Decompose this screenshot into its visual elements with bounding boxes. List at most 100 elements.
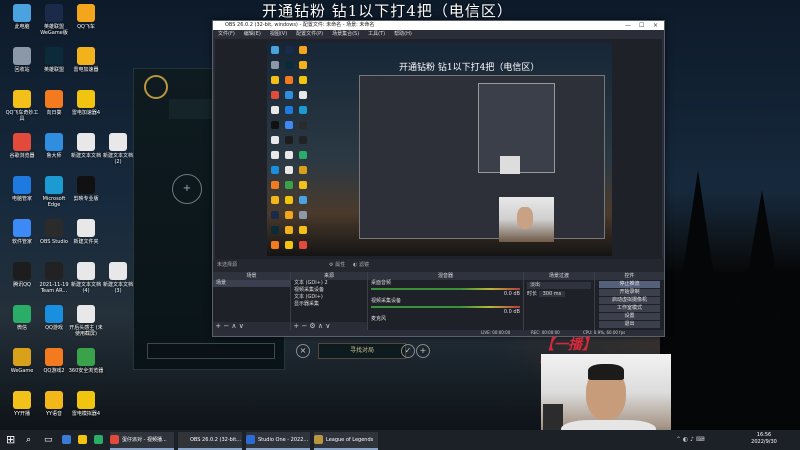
transitions-dock: 场景过渡 淡出 时长 300 ms bbox=[524, 272, 595, 330]
menu-item[interactable]: 视图(V) bbox=[270, 31, 287, 37]
desktop-icon-label: YY开播 bbox=[13, 411, 31, 417]
league-chat-input[interactable] bbox=[147, 343, 275, 359]
obs-preview[interactable]: 开通钻粉 钻1以下打4把（电信区） bbox=[215, 39, 662, 259]
desktop-icon[interactable]: 雷电加速器4 bbox=[68, 90, 104, 116]
preview-desktop-icon bbox=[299, 61, 307, 69]
desktop-icon-label: 新建文本文档 bbox=[70, 153, 101, 159]
search-icon[interactable]: ⌕ bbox=[26, 432, 31, 448]
desktop-icon[interactable]: 英雄联盟 WeGame版 bbox=[36, 4, 72, 36]
taskbar-app[interactable] bbox=[94, 432, 106, 448]
desktop-icon[interactable]: 英雄联盟 bbox=[36, 47, 72, 73]
clock-time: 16:56 bbox=[756, 432, 772, 438]
filters-button[interactable]: ◐ 滤镜 bbox=[353, 259, 369, 272]
taskbar-app[interactable]: OBS 26.0.2 (32-bit... bbox=[178, 432, 242, 450]
desktop-icon[interactable]: 软件管家 bbox=[4, 219, 40, 245]
confirm-icon[interactable]: ✓ bbox=[401, 344, 415, 358]
preview-desktop-icon bbox=[285, 61, 293, 69]
desktop-icon[interactable]: OBS Studio bbox=[36, 219, 72, 245]
desktop-icon[interactable]: YY开播 bbox=[4, 391, 40, 417]
preview-desktop-icon bbox=[271, 106, 279, 114]
source-item[interactable]: 视频采集设备 bbox=[291, 287, 367, 294]
desktop-icon[interactable]: 新建文本文档 bbox=[68, 133, 104, 159]
clock-date: 2022/9/30 bbox=[751, 439, 777, 445]
taskbar-app[interactable] bbox=[78, 432, 90, 448]
source-item[interactable]: 文本 (GDI+) 2 bbox=[291, 280, 367, 287]
desktop-icon-label: 雷电加速器 bbox=[73, 67, 99, 73]
menu-item[interactable]: 编辑(E) bbox=[244, 31, 261, 37]
taskbar-app[interactable] bbox=[62, 432, 74, 448]
desktop-icon[interactable]: 开后头感主 (未使用截屏) bbox=[68, 305, 104, 337]
desktop-icon[interactable]: QQ游戏2 bbox=[36, 348, 72, 374]
task-view-icon[interactable]: ▭ bbox=[44, 432, 53, 448]
app-icon bbox=[13, 90, 31, 108]
find-match-button[interactable]: 寻找对局 bbox=[318, 343, 406, 359]
desktop-icon-label: QQ游戏 bbox=[45, 325, 63, 331]
desktop-icon[interactable]: QQ飞车 bbox=[68, 4, 104, 30]
desktop-icon[interactable]: QQ游戏 bbox=[36, 305, 72, 331]
taskbar-clock[interactable]: 16:56 2022/9/30 bbox=[746, 432, 782, 446]
duration-input[interactable]: 300 ms bbox=[538, 291, 566, 297]
menu-item[interactable]: 文件(F) bbox=[218, 31, 235, 37]
control-button[interactable]: 设置 bbox=[599, 313, 660, 320]
preview-caption: 开通钻粉 钻1以下打4把（电信区） bbox=[399, 63, 540, 73]
desktop-icon[interactable]: 雷电模拟器4 bbox=[68, 391, 104, 417]
desktop-icon-label: 新建文本文档 (3) bbox=[102, 282, 133, 294]
menu-item[interactable]: 配置文件(P) bbox=[296, 31, 323, 37]
scene-item[interactable]: 场景 bbox=[213, 280, 290, 287]
desktop-icon[interactable]: 鲁大师 bbox=[36, 133, 72, 159]
taskbar-app[interactable]: League of Legends bbox=[314, 432, 378, 450]
desktop-icon[interactable]: WeGame bbox=[4, 348, 40, 374]
menu-item[interactable]: 工具(T) bbox=[368, 31, 385, 37]
obs-window[interactable]: OBS 26.0.2 (32-bit, windows) - 配置文件: 未命名… bbox=[212, 20, 665, 337]
desktop-icon[interactable]: 雷电加速器 bbox=[68, 47, 104, 73]
app-icon bbox=[77, 4, 95, 22]
desktop-icon-label: 新建文件夹 bbox=[73, 239, 99, 245]
control-button[interactable]: 开始录制 bbox=[599, 289, 660, 296]
desktop-icon[interactable]: QQ飞车奇妙工具 bbox=[4, 90, 40, 122]
taskbar-app[interactable]: Studio One - 2022... bbox=[246, 432, 310, 450]
app-icon bbox=[77, 219, 95, 237]
control-button[interactable]: 退出 bbox=[599, 321, 660, 328]
desktop-icon[interactable]: YY语音 bbox=[36, 391, 72, 417]
control-button[interactable]: 工作室模式 bbox=[599, 305, 660, 312]
obs-titlebar[interactable]: OBS 26.0.2 (32-bit, windows) - 配置文件: 未命名… bbox=[213, 21, 664, 30]
desktop-icon[interactable]: 腾讯QQ bbox=[4, 262, 40, 288]
desktop-icon[interactable]: 向日葵 bbox=[36, 90, 72, 116]
desktop-icon[interactable]: 新建文本文档 (2) bbox=[100, 133, 136, 165]
preview-desktop-icon bbox=[271, 136, 279, 144]
menu-item[interactable]: 场景集合(S) bbox=[332, 31, 359, 37]
desktop-icon[interactable]: 电脑管家 bbox=[4, 176, 40, 202]
desktop-icon[interactable]: 2021-11-19 Team AR... bbox=[36, 262, 72, 294]
source-item[interactable]: 文本 (GDI+) bbox=[291, 294, 367, 301]
start-icon[interactable]: ⊞ bbox=[6, 432, 15, 448]
transition-select[interactable]: 淡出 bbox=[527, 282, 591, 289]
source-item[interactable]: 显示器采集 bbox=[291, 301, 367, 308]
control-button[interactable]: 启动虚拟摄像机 bbox=[599, 297, 660, 304]
add-icon[interactable]: + bbox=[172, 174, 202, 204]
desktop-icon[interactable]: Microsoft Edge bbox=[36, 176, 72, 208]
desktop-icon[interactable]: 新建文件夹 bbox=[68, 219, 104, 245]
desktop-icon[interactable]: 新建文本文档 (3) bbox=[100, 262, 136, 294]
properties-button[interactable]: ⚙ 属性 bbox=[329, 259, 345, 272]
desktop-icon[interactable]: 剪映专业版 bbox=[68, 176, 104, 202]
desktop-icon[interactable]: 回收站 bbox=[4, 47, 40, 73]
menu-item[interactable]: 帮助(H) bbox=[394, 31, 412, 37]
minimize-icon[interactable]: — bbox=[625, 21, 631, 30]
tray-icons[interactable]: ⌃ ◐ ♪ ⌨ bbox=[676, 432, 704, 448]
app-icon bbox=[77, 133, 95, 151]
app-icon bbox=[45, 262, 63, 280]
taskbar-app[interactable]: 蛋仔派对 - 视频播... bbox=[110, 432, 174, 450]
desktop-icon[interactable]: 微信 bbox=[4, 305, 40, 331]
plus-icon[interactable]: + bbox=[416, 344, 430, 358]
source-toolbar: 未选择源 ⚙ 属性 ◐ 滤镜 bbox=[213, 259, 664, 272]
control-button[interactable]: 停止推流 bbox=[599, 281, 660, 288]
desktop-icon[interactable]: 新建文本文档 (4) bbox=[68, 262, 104, 294]
desktop-icon[interactable]: 谷歌浏览器 bbox=[4, 133, 40, 159]
desktop-icon[interactable]: 360安全浏览器 bbox=[68, 348, 104, 374]
close-window-icon[interactable]: × bbox=[653, 21, 658, 30]
desktop-icon[interactable]: 此电脑 bbox=[4, 4, 40, 30]
maximize-icon[interactable]: ☐ bbox=[639, 21, 644, 30]
obs-docks: 场景 场景 + − ∧ ∨ 来源 文本 (GDI+) 2 视频采集设备 文本 (… bbox=[213, 272, 664, 330]
desktop-icon-label: 雷电模拟器4 bbox=[71, 411, 101, 417]
close-icon[interactable]: × bbox=[296, 344, 310, 358]
